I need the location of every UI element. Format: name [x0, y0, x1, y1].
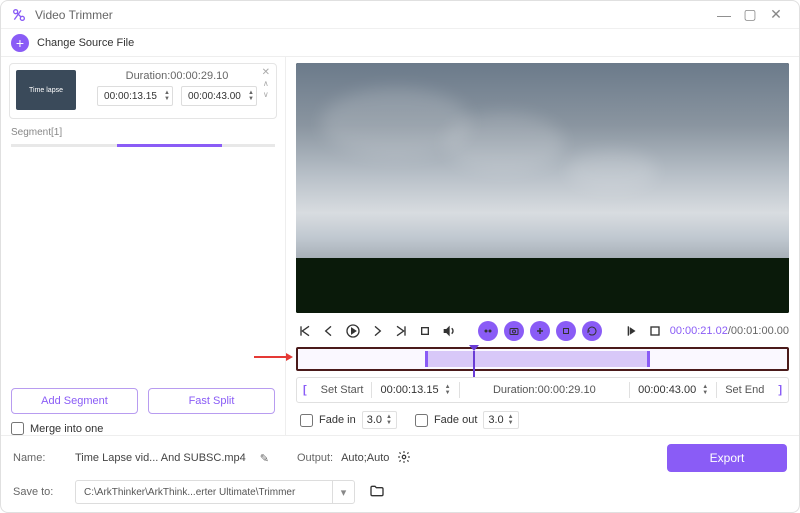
fade-in-control[interactable]: Fade in 3.0▲▼ [300, 411, 397, 429]
fade-controls: Fade in 3.0▲▼ Fade out 3.0▲▼ [296, 411, 789, 429]
timecode: 00:00:21.02/00:01:00.00 [670, 325, 789, 337]
stepper-down-icon[interactable]: ▼ [702, 390, 708, 396]
timeline[interactable] [296, 347, 789, 371]
segment-start-input[interactable]: ▲▼ [97, 86, 173, 106]
stepper-down-icon[interactable]: ▼ [445, 390, 451, 396]
minimize-button[interactable]: — [711, 5, 737, 25]
maximize-button[interactable]: ▢ [737, 5, 763, 25]
segment-close-icon[interactable]: ✕ [262, 68, 270, 78]
timeline-selection[interactable] [425, 351, 650, 367]
segment-start-value[interactable] [104, 91, 162, 102]
fade-out-label: Fade out [434, 414, 477, 426]
save-path-field[interactable] [76, 487, 332, 498]
save-to-label: Save to: [13, 486, 67, 498]
stepper-down-icon[interactable]: ▼ [386, 420, 392, 426]
enhance-icon[interactable] [478, 321, 498, 341]
close-button[interactable]: ✕ [763, 5, 789, 25]
snapshot-icon[interactable] [504, 321, 524, 341]
segment-up-icon[interactable]: ∧ [263, 79, 269, 89]
segment-down-icon[interactable]: ∨ [263, 90, 269, 100]
segment-label: Segment[1] [11, 127, 275, 138]
footer: Name: Time Lapse vid... And SUBSC.mp4 ✎ … [1, 435, 799, 512]
segment-duration: Duration:00:00:29.10 [84, 70, 270, 82]
window-title: Video Trimmer [35, 8, 711, 22]
stepper-down-icon[interactable]: ▼ [164, 96, 170, 102]
app-logo-icon [11, 7, 27, 23]
mark-out-icon[interactable] [646, 322, 664, 340]
save-path-dropdown-icon[interactable]: ▾ [332, 481, 354, 503]
output-settings-icon[interactable] [397, 450, 411, 467]
segment-item[interactable]: ✕ ∧ ∨ Time lapse Duration:00:00:29.10 ▲▼ [9, 63, 277, 119]
name-value: Time Lapse vid... And SUBSC.mp4 [75, 452, 246, 464]
toolbar: + Change Source File [1, 29, 799, 57]
trim-bar: [ Set Start 00:00:13.15▲▼ Duration:00:00… [296, 377, 789, 403]
edit-name-icon[interactable]: ✎ [260, 452, 269, 465]
segment-controls: ✕ ∧ ∨ [262, 68, 270, 100]
end-time-field[interactable]: 00:00:43.00▲▼ [630, 378, 716, 402]
total-time: /00:01:00.00 [728, 325, 789, 337]
fade-out-control[interactable]: Fade out 3.0▲▼ [415, 411, 519, 429]
merge-label: Merge into one [30, 423, 103, 435]
add-icon[interactable] [530, 321, 550, 341]
output-value: Auto;Auto [341, 452, 389, 464]
fade-in-label: Fade in [319, 414, 356, 426]
next-frame-icon[interactable] [368, 322, 386, 340]
app-window: Video Trimmer — ▢ ✕ + Change Source File… [0, 0, 800, 513]
change-source-label[interactable]: Change Source File [37, 37, 134, 49]
fade-out-value[interactable]: 3.0▲▼ [483, 411, 518, 429]
bracket-right-icon: ] [772, 384, 788, 396]
duration-display: Duration:00:00:29.10 [460, 378, 630, 402]
save-path-input[interactable]: ▾ [75, 480, 355, 504]
video-preview[interactable] [296, 63, 789, 313]
add-source-icon[interactable]: + [11, 34, 29, 52]
annotation-arrow-icon [254, 353, 293, 361]
segment-end-input[interactable]: ▲▼ [181, 86, 257, 106]
merge-checkbox[interactable]: Merge into one [11, 422, 275, 435]
playback-controls: 00:00:21.02/00:01:00.00 [296, 319, 789, 343]
merge-checkbox-input[interactable] [11, 422, 24, 435]
set-start-button[interactable]: Set Start [313, 378, 372, 402]
skip-start-icon[interactable] [296, 322, 314, 340]
skip-end-icon[interactable] [392, 322, 410, 340]
fade-in-value[interactable]: 3.0▲▼ [362, 411, 397, 429]
crop-icon[interactable] [556, 321, 576, 341]
preview-panel: 00:00:21.02/00:01:00.00 [ Set Start 00:0… [286, 57, 799, 435]
fade-in-checkbox[interactable] [300, 414, 313, 427]
start-time-field[interactable]: 00:00:13.15▲▼ [372, 378, 458, 402]
export-button[interactable]: Export [667, 444, 787, 472]
fast-split-button[interactable]: Fast Split [148, 388, 275, 414]
fade-out-checkbox[interactable] [415, 414, 428, 427]
stop-icon[interactable] [416, 322, 434, 340]
add-segment-button[interactable]: Add Segment [11, 388, 138, 414]
rotate-icon[interactable] [582, 321, 602, 341]
play-icon[interactable] [344, 322, 362, 340]
stepper-down-icon[interactable]: ▼ [508, 420, 514, 426]
set-end-button[interactable]: Set End [717, 378, 772, 402]
bracket-left-icon: [ [297, 384, 313, 396]
current-time: 00:00:21.02 [670, 325, 728, 337]
prev-frame-icon[interactable] [320, 322, 338, 340]
main-area: ✕ ∧ ∨ Time lapse Duration:00:00:29.10 ▲▼ [1, 57, 799, 435]
segment-slider[interactable] [11, 144, 275, 147]
segments-panel: ✕ ∧ ∨ Time lapse Duration:00:00:29.10 ▲▼ [1, 57, 286, 435]
stepper-down-icon[interactable]: ▼ [248, 96, 254, 102]
segment-end-value[interactable] [188, 91, 246, 102]
volume-icon[interactable] [440, 322, 458, 340]
name-label: Name: [13, 452, 67, 464]
timeline-playhead[interactable] [469, 345, 479, 351]
titlebar: Video Trimmer — ▢ ✕ [1, 1, 799, 29]
open-folder-icon[interactable] [369, 483, 385, 502]
mark-in-icon[interactable] [622, 322, 640, 340]
output-label: Output: [297, 452, 333, 464]
segment-thumbnail: Time lapse [16, 70, 76, 110]
